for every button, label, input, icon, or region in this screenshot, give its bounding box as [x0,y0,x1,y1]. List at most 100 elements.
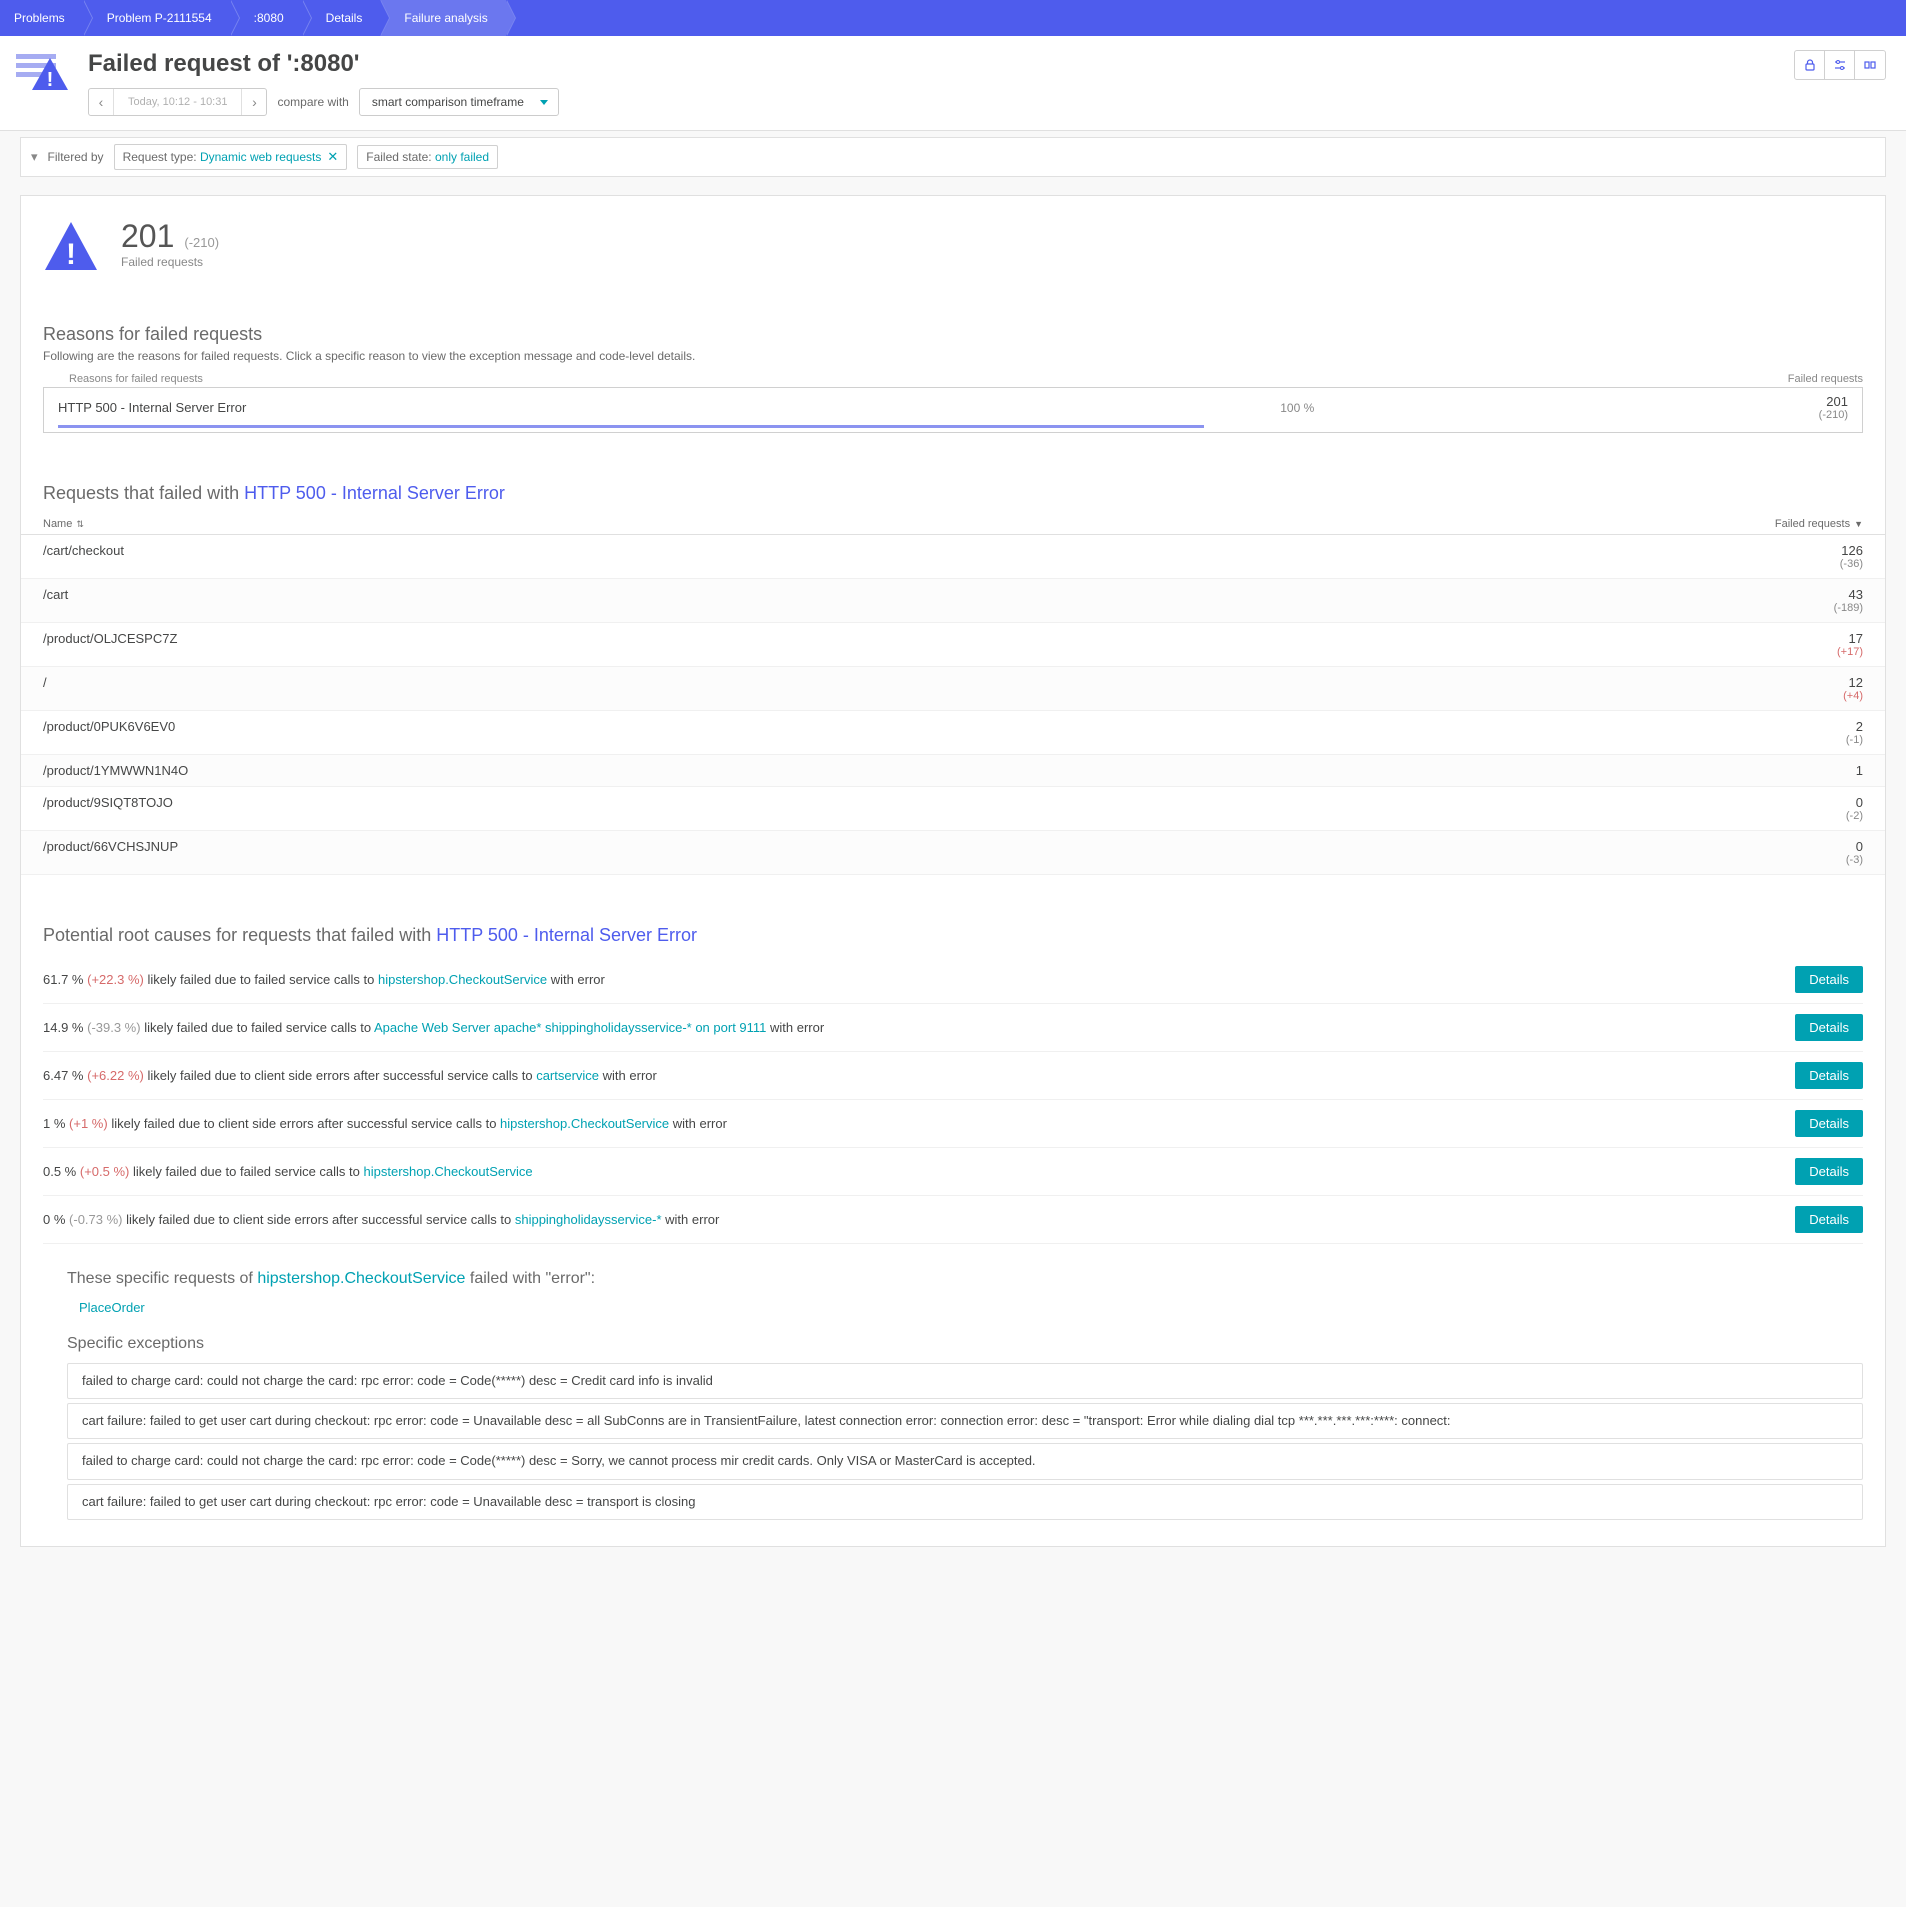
details-button[interactable]: Details [1795,1062,1863,1089]
filtered-by-label: Filtered by [48,150,104,164]
rootcauses-title-link[interactable]: HTTP 500 - Internal Server Error [436,925,697,945]
request-count: 126 [1840,543,1863,558]
request-delta: (-2) [1846,810,1863,822]
reason-row[interactable]: HTTP 500 - Internal Server Error 100 % 2… [43,387,1863,433]
breadcrumb-item-active[interactable]: Failure analysis [380,0,505,36]
grid-icon[interactable] [1855,51,1885,79]
rootcause-service-link[interactable]: hipstershop.CheckoutService [378,972,547,987]
reason-name: HTTP 500 - Internal Server Error [58,400,246,415]
rootcause-text: 0.5 % (+0.5 %) likely failed due to fail… [43,1164,1795,1179]
exceptions-request-link[interactable]: PlaceOrder [67,1288,1863,1335]
request-count: 12 [1843,675,1863,690]
request-name: /cart [43,587,68,614]
svg-text:!: ! [47,69,54,90]
request-count: 1 [1856,763,1863,778]
breadcrumb-item[interactable]: Problems [0,0,83,36]
stat-label: Failed requests [121,255,219,269]
table-row[interactable]: / 12 (+4) [21,667,1885,711]
sort-icon: ▼ [1854,519,1863,529]
breadcrumb-item[interactable]: :8080 [230,0,302,36]
details-button[interactable]: Details [1795,1014,1863,1041]
filter-type: Failed state: only failed [366,150,489,164]
request-count: 2 [1846,719,1863,734]
header-actions [1794,50,1886,80]
request-name: /cart/checkout [43,543,124,570]
exceptions-title: These specific requests of hipstershop.C… [67,1270,1863,1288]
request-delta: (-189) [1834,602,1863,614]
time-next-button[interactable]: › [242,89,266,115]
failed-table-title: Requests that failed with HTTP 500 - Int… [21,433,1885,514]
breadcrumb-item[interactable]: Problem P-2111554 [83,0,230,36]
col-name[interactable]: Name ⇅ [43,518,84,530]
exception-item[interactable]: cart failure: failed to get user cart du… [67,1484,1863,1520]
details-button[interactable]: Details [1795,1158,1863,1185]
table-row[interactable]: /cart 43 (-189) [21,579,1885,623]
rootcause-text: 61.7 % (+22.3 %) likely failed due to fa… [43,972,1795,987]
exception-item[interactable]: failed to charge card: could not charge … [67,1443,1863,1479]
details-button[interactable]: Details [1795,1110,1863,1137]
request-name: /product/OLJCESPC7Z [43,631,177,658]
table-row[interactable]: /product/1YMWWN1N4O 1 [21,755,1885,787]
time-nav: ‹ Today, 10:12 - 10:31 › [88,88,267,116]
reason-bar [58,425,1204,428]
filter-type: Request type: Dynamic web requests [123,150,322,164]
time-prev-button[interactable]: ‹ [89,89,113,115]
rootcause-service-link[interactable]: Apache Web Server apache* shippingholida… [374,1020,766,1035]
request-delta: (-36) [1840,558,1863,570]
failed-table-title-link[interactable]: HTTP 500 - Internal Server Error [244,483,505,503]
request-delta: (+4) [1843,690,1863,702]
filter-chip[interactable]: Request type: Dynamic web requests ✕ [114,144,348,170]
table-row[interactable]: /product/0PUK6V6EV0 2 (-1) [21,711,1885,755]
exceptions-block: These specific requests of hipstershop.C… [21,1244,1885,1520]
table-header: Name ⇅ Failed requests ▼ [21,514,1885,535]
filter-remove-icon[interactable]: ✕ [327,149,338,165]
details-button[interactable]: Details [1795,1206,1863,1233]
rootcause-row: 14.9 % (-39.3 %) likely failed due to fa… [43,1004,1863,1052]
stat-delta: (-210) [184,235,219,250]
alert-icon: ! [43,218,99,274]
content-card: ! 201(-210) Failed requests Reasons for … [20,195,1886,1547]
reasons-header: Reasons for failed requests Failed reque… [21,373,1885,387]
request-name: /product/1YMWWN1N4O [43,763,188,778]
table-row[interactable]: /product/9SIQT8TOJO 0 (-2) [21,787,1885,831]
reasons-title: Reasons for failed requests [21,324,1885,349]
rootcause-row: 0 % (-0.73 %) likely failed due to clien… [43,1196,1863,1244]
breadcrumb-item[interactable]: Details [302,0,381,36]
filter-bar: ▾ Filtered by Request type: Dynamic web … [20,137,1886,177]
table-row[interactable]: /product/OLJCESPC7Z 17 (+17) [21,623,1885,667]
details-button[interactable]: Details [1795,966,1863,993]
filter-chip[interactable]: Failed state: only failed [357,145,498,169]
stat-block: ! 201 (-210) Failed requests [21,218,1885,324]
breadcrumb: Problems Problem P-2111554 :8080 Details… [0,0,1906,36]
reason-delta: (-210) [1819,409,1848,421]
rootcause-text: 6.47 % (+6.22 %) likely failed due to cl… [43,1068,1795,1083]
time-range-label[interactable]: Today, 10:12 - 10:31 [113,89,242,115]
stat-count: 201 [121,218,174,255]
reason-count: 201 [1819,394,1848,409]
header-bar: ! Failed request of ':8080' ‹ Today, 10:… [0,36,1906,131]
request-name: /product/0PUK6V6EV0 [43,719,175,746]
svg-text:!: ! [66,238,76,271]
request-count: 17 [1837,631,1863,646]
exceptions-service-link[interactable]: hipstershop.CheckoutService [257,1270,465,1287]
exception-item[interactable]: cart failure: failed to get user cart du… [67,1403,1863,1439]
rootcause-service-link[interactable]: shippingholidaysservice-* [515,1212,662,1227]
request-count: 43 [1834,587,1863,602]
rootcause-row: 1 % (+1 %) likely failed due to client s… [43,1100,1863,1148]
col-count[interactable]: Failed requests ▼ [1775,518,1863,530]
exceptions-subtitle: Specific exceptions [67,1335,1863,1363]
rootcause-service-link[interactable]: hipstershop.CheckoutService [364,1164,533,1179]
failed-request-icon: ! [14,50,70,90]
request-name: / [43,675,47,702]
rootcause-service-link[interactable]: hipstershop.CheckoutService [500,1116,669,1131]
rootcause-row: 6.47 % (+6.22 %) likely failed due to cl… [43,1052,1863,1100]
table-row[interactable]: /product/66VCHSJNUP 0 (-3) [21,831,1885,875]
request-name: /product/9SIQT8TOJO [43,795,173,822]
compare-select[interactable]: smart comparison timeframe [359,88,559,116]
settings-icon[interactable] [1825,51,1855,79]
exception-item[interactable]: failed to charge card: could not charge … [67,1363,1863,1399]
reasons-subtitle: Following are the reasons for failed req… [21,349,1885,373]
lock-icon[interactable] [1795,51,1825,79]
table-row[interactable]: /cart/checkout 126 (-36) [21,535,1885,579]
rootcause-service-link[interactable]: cartservice [536,1068,599,1083]
